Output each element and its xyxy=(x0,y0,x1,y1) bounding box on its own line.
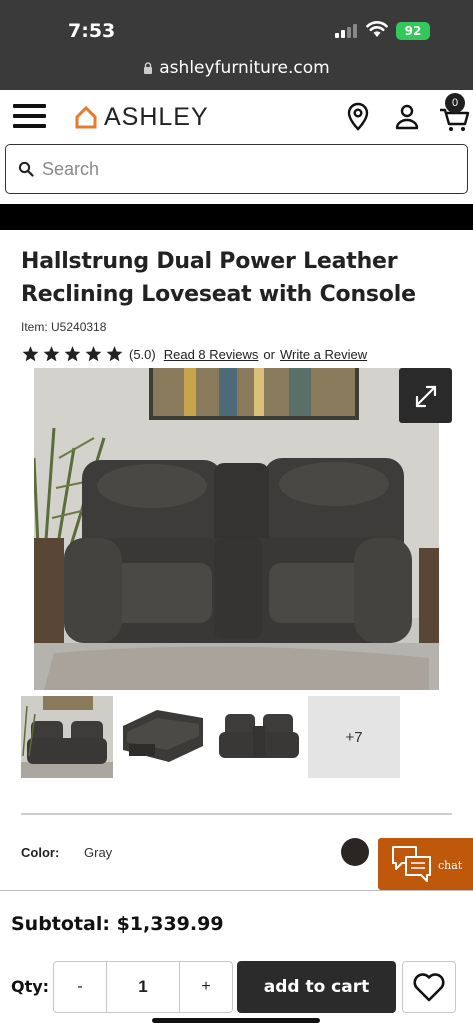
search-icon xyxy=(18,161,34,177)
lock-icon xyxy=(144,62,153,74)
color-label: Color: xyxy=(21,845,60,860)
decrement-button[interactable]: - xyxy=(54,962,106,1012)
read-reviews-link[interactable]: Read 8 Reviews xyxy=(164,347,259,362)
chat-button[interactable]: chat xyxy=(378,838,473,890)
expand-icon xyxy=(415,385,437,408)
search-input[interactable] xyxy=(42,155,442,183)
item-number: Item: U5240318 xyxy=(21,320,107,334)
home-indicator xyxy=(152,1018,320,1023)
wishlist-button[interactable] xyxy=(402,961,456,1013)
battery-indicator: 92 xyxy=(396,22,430,40)
star-icon xyxy=(64,346,81,362)
menu-icon[interactable] xyxy=(13,104,46,129)
wifi-icon xyxy=(366,21,388,37)
search-box[interactable] xyxy=(5,144,468,194)
rating-row: (5.0) Read 8 Reviews or Write a Review xyxy=(21,345,367,363)
thumbnail-2[interactable] xyxy=(117,696,209,778)
thumbnail-image xyxy=(213,696,305,778)
url-text: ashleyfurniture.com xyxy=(159,58,330,78)
cart-count-badge: 0 xyxy=(445,93,465,113)
chat-label: chat xyxy=(438,859,463,872)
product-main-image[interactable] xyxy=(34,368,439,690)
thumbnail-strip: +7 xyxy=(21,696,461,778)
status-time: 7:53 xyxy=(68,20,116,42)
expand-image-button[interactable] xyxy=(399,368,452,423)
ashley-logo[interactable]: ASHLEY xyxy=(74,102,209,131)
thumbnail-image xyxy=(117,696,209,778)
or-text: or xyxy=(263,346,275,362)
star-icon xyxy=(85,346,102,362)
logo-text: ASHLEY xyxy=(104,102,209,131)
promo-banner xyxy=(0,204,473,230)
heart-icon xyxy=(413,973,445,1002)
home-icon xyxy=(75,105,97,129)
thumbnail-image xyxy=(21,696,113,778)
star-icon xyxy=(22,346,39,362)
quantity-label: Qty: xyxy=(11,977,50,996)
star-icon xyxy=(106,346,123,362)
star-rating xyxy=(21,345,126,363)
address-bar[interactable]: ashleyfurniture.com xyxy=(0,58,473,78)
add-to-cart-bar: Subtotal: $1,339.99 Qty: - 1 + add to ca… xyxy=(0,890,473,1024)
loveseat-photo xyxy=(34,368,439,690)
divider xyxy=(21,813,452,815)
add-to-cart-button[interactable]: add to cart xyxy=(237,961,396,1013)
site-header: ASHLEY xyxy=(0,90,473,142)
quantity-input[interactable]: 1 xyxy=(106,962,180,1012)
store-locator-icon[interactable] xyxy=(344,102,372,132)
write-review-link[interactable]: Write a Review xyxy=(280,347,367,362)
thumbnail-3[interactable] xyxy=(213,696,305,778)
thumbnail-1[interactable] xyxy=(21,696,113,778)
account-icon[interactable] xyxy=(393,102,421,132)
subtotal: Subtotal: $1,339.99 xyxy=(11,913,224,935)
color-swatch-gray[interactable] xyxy=(341,838,369,866)
color-selector: Color: Gray xyxy=(21,845,112,860)
more-images-button[interactable]: +7 xyxy=(308,696,400,778)
chat-bubbles-icon xyxy=(392,846,431,882)
color-value: Gray xyxy=(84,845,113,860)
rating-value: (5.0) xyxy=(129,346,156,362)
star-icon xyxy=(43,346,60,362)
status-bar: 7:53 92 ashleyfurniture.com xyxy=(0,0,473,90)
quantity-stepper: - 1 + xyxy=(53,961,233,1013)
increment-button[interactable]: + xyxy=(180,962,232,1012)
cellular-signal-icon xyxy=(335,24,359,38)
product-title: Hallstrung Dual Power Leather Reclining … xyxy=(21,249,416,307)
